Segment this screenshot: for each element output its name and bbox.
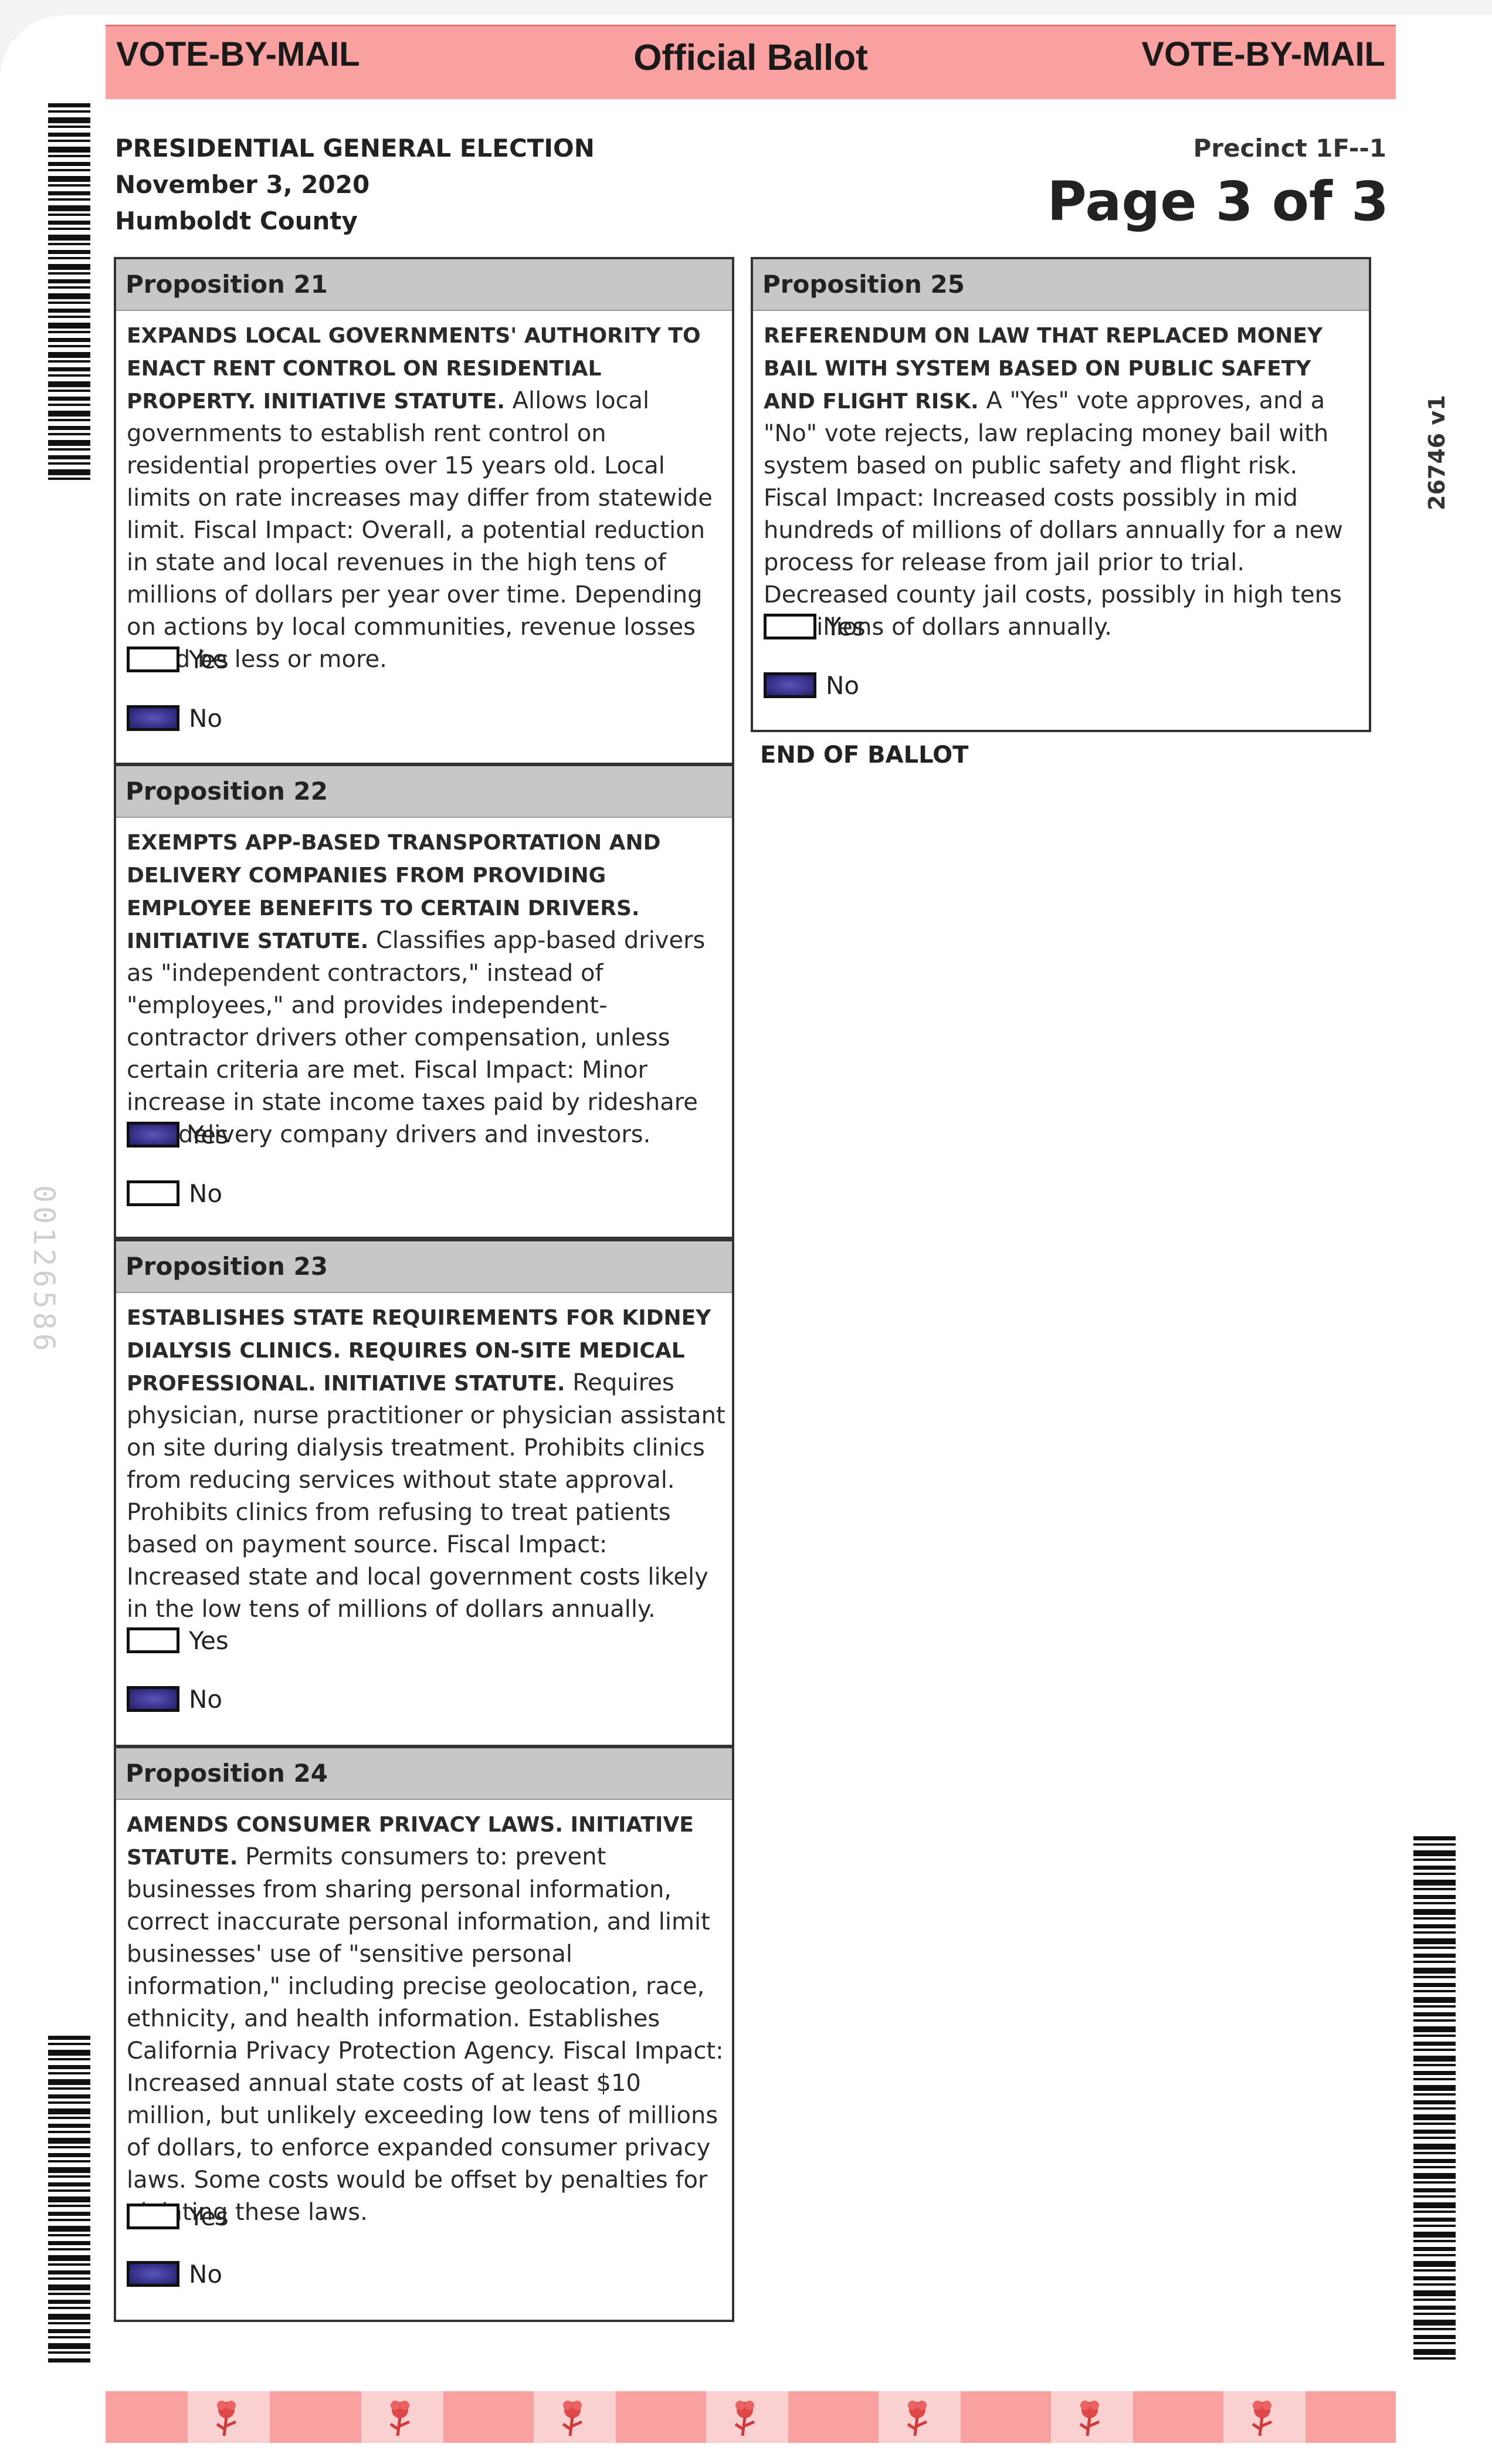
flower-icon [706, 2391, 788, 2443]
proposition-25: Proposition 25 REFERENDUM ON LAW THAT RE… [751, 257, 1371, 732]
band-label-right: VOTE-BY-MAIL [1141, 35, 1385, 73]
proposition-title: Proposition 25 [753, 259, 1369, 311]
proposition-summary: EXEMPTS APP-BASED TRANSPORTATION AND DEL… [116, 818, 732, 1151]
choice-label: Yes [189, 645, 229, 674]
barcode-bottom-right [1413, 1836, 1456, 2364]
election-county: Humboldt County [115, 207, 358, 235]
choice-yes[interactable]: Yes [127, 643, 229, 676]
choice-yes[interactable]: Yes [127, 1624, 229, 1657]
serial-number: 00126586 [27, 1185, 61, 1355]
yes-checkbox[interactable] [127, 1627, 179, 1653]
proposition-title: Proposition 24 [116, 1748, 732, 1800]
proposition-summary: REFERENDUM ON LAW THAT REPLACED MONEY BA… [753, 311, 1369, 644]
flower-icon [534, 2391, 616, 2443]
choice-label: Yes [189, 1120, 229, 1149]
election-date: November 3, 2020 [115, 170, 370, 199]
summary-text: A "Yes" vote approves, and a "No" vote r… [764, 387, 1343, 641]
summary-text: Allows local governments to establish re… [127, 387, 713, 673]
no-checkbox[interactable] [127, 705, 179, 731]
flower-icon [879, 2391, 961, 2443]
choice-no[interactable]: No [764, 669, 859, 702]
yes-checkbox[interactable] [127, 647, 179, 672]
no-checkbox[interactable] [127, 2261, 179, 2287]
proposition-22: Proposition 22 EXEMPTS APP-BASED TRANSPO… [114, 764, 734, 1239]
proposition-title: Proposition 22 [116, 766, 732, 818]
yes-checkbox[interactable] [127, 1122, 179, 1148]
page-number: Page 3 of 3 [1047, 170, 1389, 233]
summary-text: Classifies app-based drivers as "indepen… [127, 927, 706, 1148]
choice-label: No [189, 1179, 223, 1208]
barcode-top-left [48, 103, 90, 485]
choice-label: No [826, 671, 860, 700]
no-checkbox[interactable] [764, 672, 816, 698]
choice-label: Yes [189, 1626, 229, 1655]
yes-checkbox[interactable] [764, 614, 816, 639]
proposition-24: Proposition 24 AMENDS CONSUMER PRIVACY L… [114, 1746, 734, 2322]
choice-yes[interactable]: Yes [127, 1118, 229, 1151]
choice-no[interactable]: No [127, 1683, 222, 1715]
choice-no[interactable]: No [127, 1177, 222, 1210]
proposition-21: Proposition 21 EXPANDS LOCAL GOVERNMENTS… [114, 257, 734, 765]
flower-icon [1223, 2391, 1306, 2443]
end-of-ballot: END OF BALLOT [760, 742, 969, 769]
choice-yes[interactable]: Yes [764, 610, 866, 643]
election-header: PRESIDENTIAL GENERAL ELECTION November 3… [115, 130, 595, 239]
choice-label: Yes [826, 612, 866, 641]
choice-label: No [189, 703, 223, 733]
election-title: PRESIDENTIAL GENERAL ELECTION [115, 134, 595, 163]
choice-yes[interactable]: Yes [127, 2200, 229, 2233]
precinct-label: Precinct 1F--1 [1193, 134, 1386, 163]
proposition-summary: AMENDS CONSUMER PRIVACY LAWS. INITIATIVE… [116, 1800, 732, 2229]
choice-label: No [189, 2259, 223, 2289]
yes-checkbox[interactable] [127, 2204, 179, 2229]
flower-icon [1051, 2391, 1133, 2443]
summary-text: Permits consumers to: prevent businesses… [127, 1843, 724, 2226]
barcode-bottom-left [48, 2036, 90, 2364]
proposition-23: Proposition 23 ESTABLISHES STATE REQUIRE… [114, 1239, 734, 1747]
choice-no[interactable]: No [127, 2257, 222, 2290]
choice-no[interactable]: No [127, 702, 222, 735]
no-checkbox[interactable] [127, 1686, 179, 1712]
proposition-summary: EXPANDS LOCAL GOVERNMENTS' AUTHORITY TO … [116, 311, 732, 676]
flower-icon [361, 2391, 443, 2443]
bottom-band [106, 2391, 1396, 2443]
side-code: 26746 v1 [1424, 395, 1450, 510]
summary-text: Requires physician, nurse practitioner o… [127, 1369, 725, 1623]
choice-label: Yes [189, 2202, 229, 2231]
top-band: VOTE-BY-MAIL Official Ballot VOTE-BY-MAI… [106, 25, 1396, 99]
proposition-title: Proposition 21 [116, 259, 732, 311]
flower-icon [188, 2391, 270, 2443]
no-checkbox[interactable] [127, 1180, 179, 1206]
proposition-title: Proposition 23 [116, 1241, 732, 1293]
choice-label: No [189, 1684, 223, 1714]
proposition-summary: ESTABLISHES STATE REQUIREMENTS FOR KIDNE… [116, 1293, 732, 1626]
